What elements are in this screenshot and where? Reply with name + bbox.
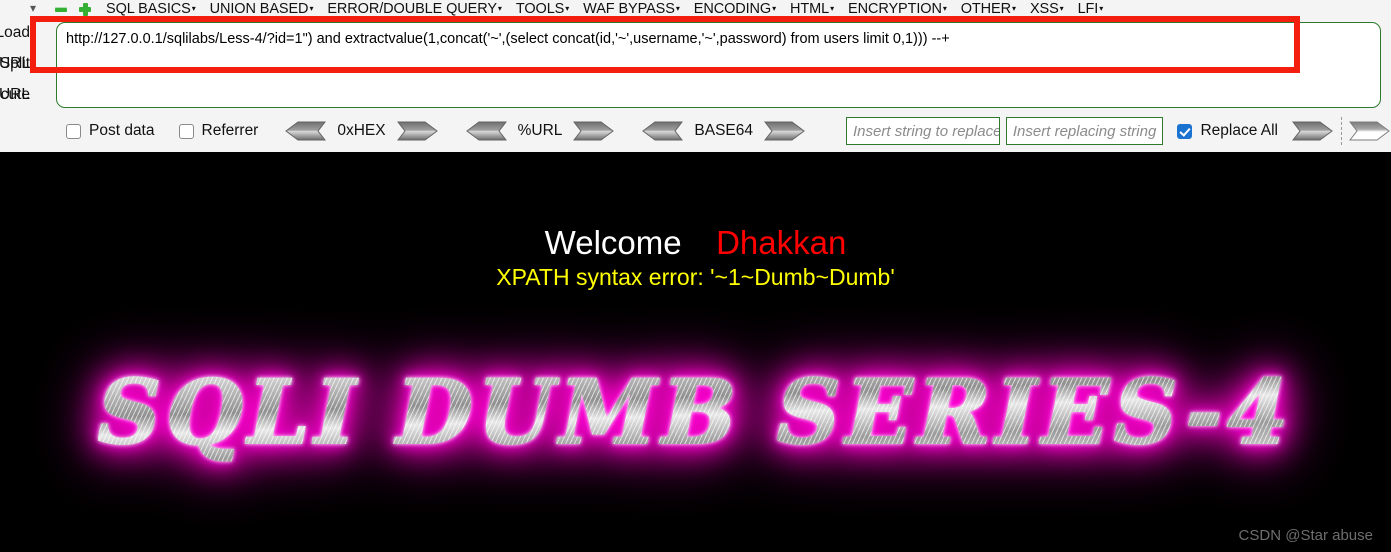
menu-item-tools[interactable]: TOOLS▾ bbox=[516, 0, 569, 18]
arrow-right-icon[interactable] bbox=[1292, 121, 1334, 141]
search-string-input[interactable]: Insert string to replace bbox=[846, 117, 1000, 145]
arrow-right-icon[interactable] bbox=[573, 121, 615, 141]
menu-item-waf-bypass[interactable]: WAF BYPASS▾ bbox=[583, 0, 680, 18]
caret-icon: ▾ bbox=[191, 3, 196, 13]
codec-label-hex: 0xHEX bbox=[337, 122, 386, 139]
menu-label: OTHER bbox=[960, 0, 1012, 17]
chevron-down-icon[interactable]: ▾ bbox=[22, 0, 44, 17]
caret-icon: ▾ bbox=[309, 3, 314, 13]
minus-icon[interactable] bbox=[54, 2, 68, 16]
menu-item-lfi[interactable]: LFI▾ bbox=[1078, 0, 1104, 18]
arrow-right-outline-icon[interactable] bbox=[1349, 121, 1391, 141]
checkbox-box bbox=[178, 123, 194, 139]
caret-icon: ▾ bbox=[675, 3, 680, 13]
menu-label: TOOLS bbox=[515, 0, 565, 17]
url-input-value: http://127.0.0.1/sqlilabs/Less-4/?id=1")… bbox=[66, 31, 950, 47]
replace-string-placeholder: Insert replacing string bbox=[1012, 122, 1157, 140]
menu-label: ENCODING bbox=[693, 0, 772, 17]
load-url-button[interactable]: Load URL bbox=[0, 17, 32, 72]
checkbox-box bbox=[66, 123, 81, 139]
menu-item-xss[interactable]: XSS▾ bbox=[1030, 0, 1064, 18]
caret-icon: ▾ bbox=[1012, 3, 1016, 13]
url-input[interactable]: http://127.0.0.1/sqlilabs/Less-4/?id=1")… bbox=[56, 22, 1381, 108]
arrow-left-icon[interactable] bbox=[284, 121, 327, 141]
codec-label-base64: BASE64 bbox=[694, 122, 754, 139]
page-content: Welcome Dhakkan XPATH syntax error: '~1~… bbox=[0, 152, 1391, 552]
caret-icon: ▾ bbox=[942, 3, 947, 13]
menu-item-other[interactable]: OTHER▾ bbox=[961, 0, 1016, 18]
caret-icon: ▾ bbox=[565, 3, 570, 13]
referrer-label: Referrer bbox=[201, 122, 259, 139]
caret-icon: ▾ bbox=[772, 3, 777, 13]
xpath-error-message: XPATH syntax error: '~1~Dumb~Dumb' bbox=[496, 264, 895, 290]
post-data-label: Post data bbox=[89, 122, 155, 139]
watermark: CSDN @Star abuse bbox=[1238, 527, 1373, 544]
welcome-text: Welcome bbox=[544, 224, 682, 261]
welcome-heading: Welcome Dhakkan bbox=[0, 224, 1391, 262]
arrow-left-icon[interactable] bbox=[465, 121, 507, 141]
codec-group-hex: 0xHEX bbox=[284, 121, 438, 141]
plus-icon[interactable] bbox=[78, 2, 92, 16]
hackbar-controls-row: Post data Referrer 0xHEX %URL BASE64 Ins… bbox=[0, 110, 1391, 152]
divider bbox=[1341, 117, 1342, 145]
sqli-banner-text: SQLI DUMB SERIES-4 bbox=[97, 357, 1294, 467]
menu-item-union-based[interactable]: UNION BASED▾ bbox=[210, 0, 314, 18]
codec-label-url: %URL bbox=[517, 122, 563, 139]
codec-group-base64: BASE64 bbox=[641, 121, 806, 141]
arrow-right-icon[interactable] bbox=[764, 121, 806, 141]
menu-item-sql-basics[interactable]: SQL BASICS▾ bbox=[106, 0, 196, 18]
referrer-checkbox[interactable]: Referrer bbox=[178, 122, 259, 140]
hackbar-panel: ▾ SQL BASICS▾ UNION BASED▾ ERROR/DOUBLE … bbox=[0, 0, 1391, 152]
replace-all-checkbox[interactable]: Replace All bbox=[1177, 122, 1278, 140]
menu-item-html[interactable]: HTML▾ bbox=[790, 0, 834, 18]
caret-icon: ▾ bbox=[1099, 3, 1104, 13]
menu-item-encoding[interactable]: ENCODING▾ bbox=[694, 0, 776, 18]
replace-all-label: Replace All bbox=[1200, 122, 1278, 139]
split-url-button[interactable]: Split URL bbox=[0, 48, 32, 103]
menu-label: ENCRYPTION bbox=[848, 0, 942, 17]
caret-icon: ▾ bbox=[1059, 3, 1064, 13]
menu-label: LFI bbox=[1077, 0, 1099, 17]
checkbox-box bbox=[1177, 123, 1193, 139]
menu-label: XSS bbox=[1029, 0, 1059, 17]
caret-icon: ▾ bbox=[497, 3, 502, 13]
codec-group-url: %URL bbox=[465, 121, 616, 141]
menu-label: HTML bbox=[790, 0, 830, 17]
menu-item-encryption[interactable]: ENCRYPTION▾ bbox=[848, 0, 947, 18]
arrow-right-icon[interactable] bbox=[396, 121, 439, 141]
hackbar-menubar: ▾ SQL BASICS▾ UNION BASED▾ ERROR/DOUBLE … bbox=[0, 0, 1391, 17]
replace-string-input[interactable]: Insert replacing string bbox=[1005, 117, 1164, 145]
menu-label: UNION BASED bbox=[209, 0, 309, 17]
sqli-banner: SQLI DUMB SERIES-4 bbox=[0, 357, 1391, 467]
execute-button[interactable]: Execute bbox=[0, 79, 32, 110]
caret-icon: ▾ bbox=[830, 3, 835, 13]
menu-item-error-double-query[interactable]: ERROR/DOUBLE QUERY▾ bbox=[327, 0, 502, 18]
menu-label: SQL BASICS bbox=[106, 0, 191, 17]
search-string-placeholder: Insert string to replace bbox=[853, 122, 1000, 140]
post-data-checkbox[interactable]: Post data bbox=[66, 122, 155, 140]
arrow-left-icon[interactable] bbox=[641, 121, 684, 141]
hackbar-side-buttons: Load URL Split URL Execute bbox=[0, 17, 32, 110]
menu-label: ERROR/DOUBLE QUERY bbox=[327, 0, 497, 17]
menu-label: WAF BYPASS bbox=[583, 0, 675, 17]
welcome-username: Dhakkan bbox=[716, 224, 847, 261]
